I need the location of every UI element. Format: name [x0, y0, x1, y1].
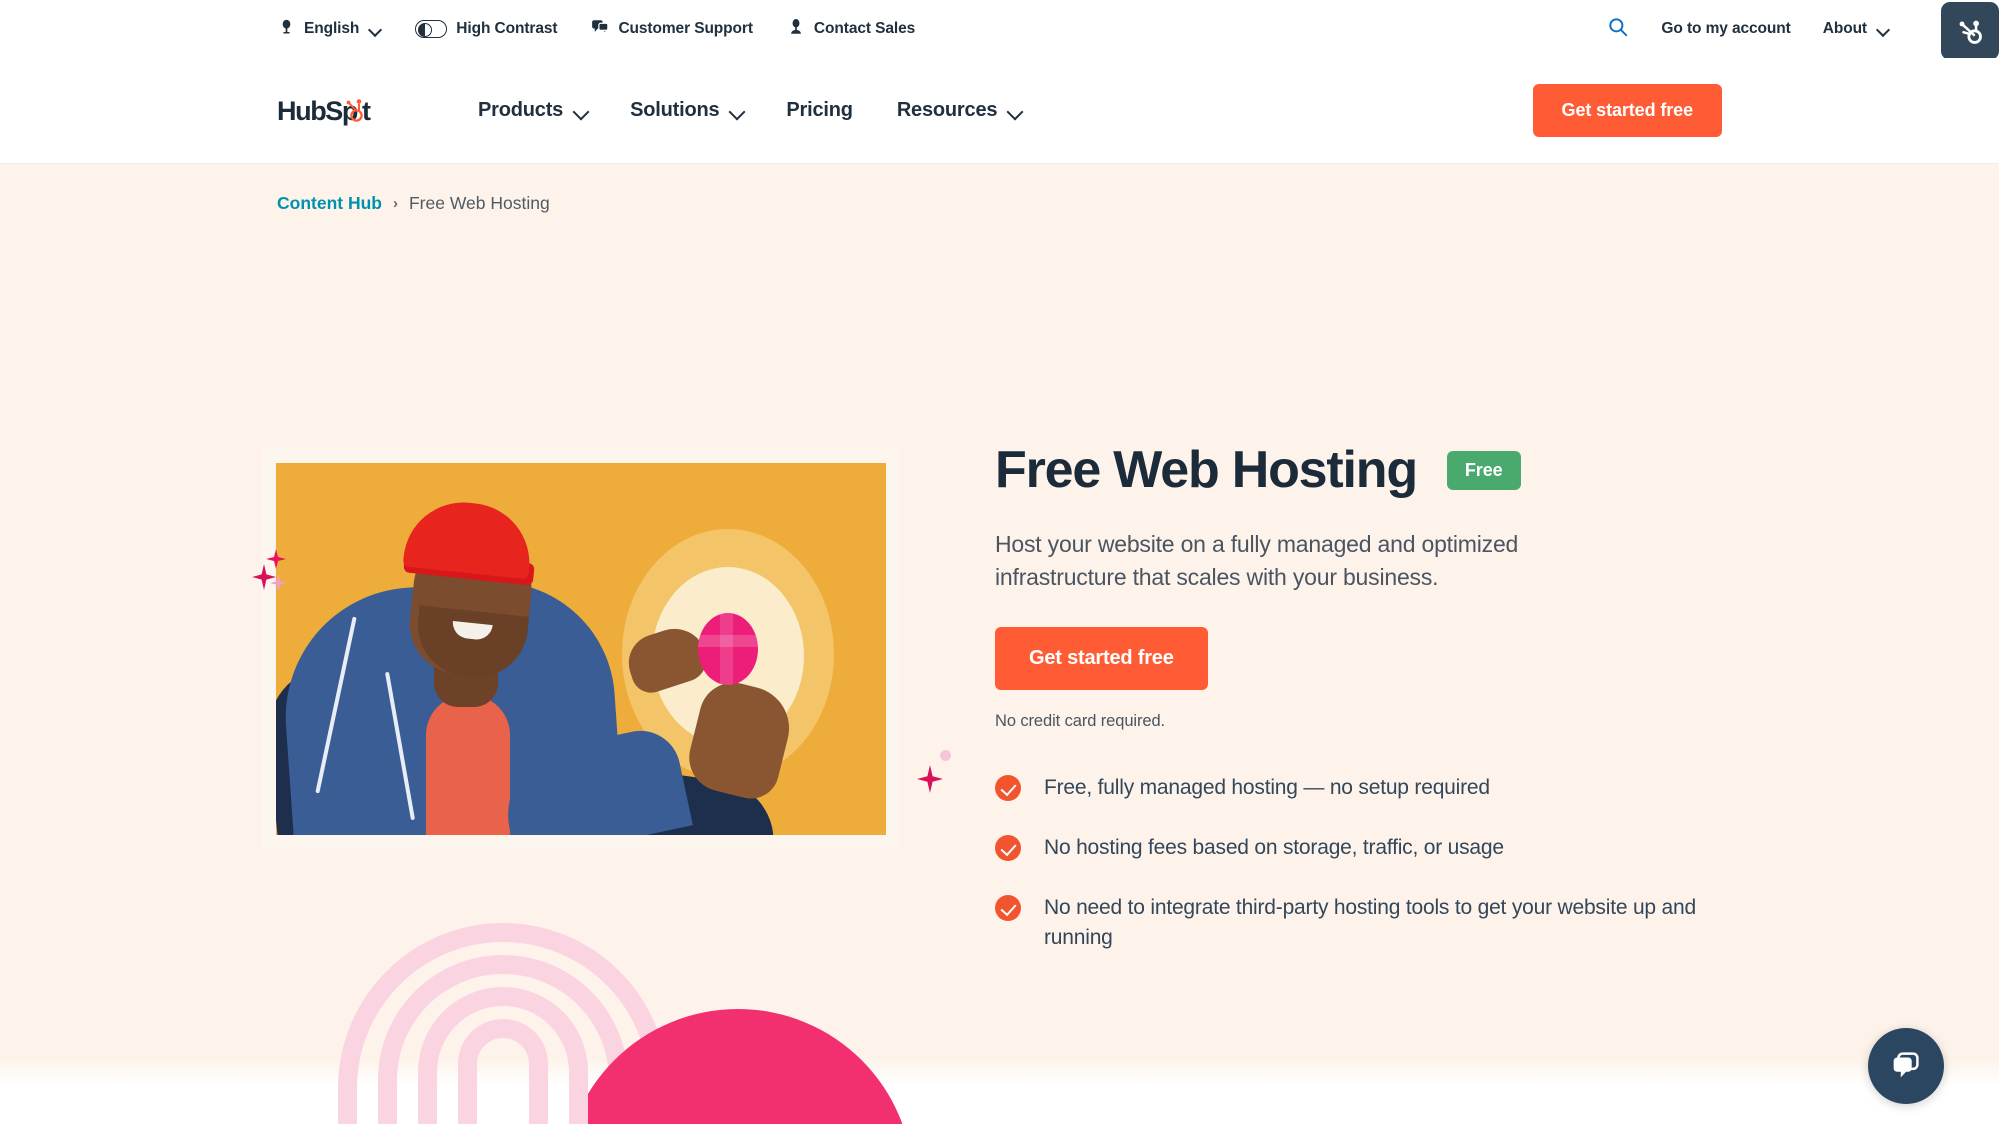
- dot-decoration: [940, 750, 951, 761]
- list-item: No hosting fees based on storage, traffi…: [995, 833, 1755, 863]
- check-circle-icon: [995, 835, 1021, 862]
- person-headset-icon: [787, 18, 805, 41]
- check-circle-icon: [995, 895, 1021, 922]
- utility-bar-right: Go to my account About: [1607, 16, 1889, 43]
- about-menu[interactable]: About: [1823, 20, 1889, 38]
- utility-bar: English High Contrast Customer Support C…: [0, 0, 1999, 60]
- hubspot-logo[interactable]: HubSp t: [277, 95, 385, 127]
- nav-item-products[interactable]: Products: [478, 99, 586, 122]
- language-selector[interactable]: English: [278, 18, 381, 41]
- hero-section: Content Hub › Free Web Hosting Free Web …: [0, 164, 1999, 1124]
- list-item-label: No need to integrate third-party hosting…: [1044, 896, 1696, 949]
- hero-subheading: Host your website on a fully managed and…: [995, 531, 1519, 591]
- customer-support-link[interactable]: Customer Support: [591, 18, 753, 41]
- nav-item-pricing[interactable]: Pricing: [786, 99, 853, 122]
- arc-inner: [458, 1019, 548, 1124]
- chat-bubble-icon: [1893, 1052, 1919, 1078]
- high-contrast-toggle[interactable]: High Contrast: [415, 20, 558, 38]
- nav-label: Products: [478, 99, 564, 121]
- high-contrast-label: High Contrast: [456, 20, 558, 37]
- hubspot-sprocket-icon: [1959, 20, 1982, 44]
- sparkle-icon: [270, 574, 287, 592]
- hero-copy: Free Web Hosting Free Host your website …: [995, 441, 1755, 953]
- contact-sales-label: Contact Sales: [813, 20, 916, 37]
- hero-get-started-button[interactable]: Get started free: [995, 627, 1208, 691]
- chevron-down-icon: [1878, 24, 1889, 35]
- chevron-down-icon: [370, 24, 381, 35]
- account-label: Go to my account: [1661, 20, 1791, 37]
- nav-label: Solutions: [630, 99, 720, 121]
- language-label: English: [304, 20, 360, 37]
- contrast-toggle-icon: [415, 20, 448, 38]
- hubspot-sprocket-button[interactable]: [1941, 2, 1999, 60]
- chat-launcher-button[interactable]: [1868, 1028, 1944, 1104]
- list-item: Free, fully managed hosting — no setup r…: [995, 773, 1755, 803]
- main-navigation: HubSp t Products Solutions Pricing Resou…: [0, 58, 1999, 164]
- nav-get-started-button[interactable]: Get started free: [1532, 84, 1722, 137]
- page-title: Free Web Hosting: [995, 441, 1418, 499]
- hero-fineprint: No credit card required.: [995, 712, 1166, 731]
- list-item-label: No hosting fees based on storage, traffi…: [1044, 836, 1504, 860]
- nav-label: Pricing: [786, 99, 853, 121]
- hero-image-frame: [262, 449, 900, 849]
- search-icon[interactable]: [1607, 16, 1629, 43]
- list-item-label: Free, fully managed hosting — no setup r…: [1044, 776, 1490, 800]
- pink-orb: [698, 613, 758, 685]
- chat-support-icon: [591, 18, 609, 41]
- arc-decoration: [300, 899, 920, 1124]
- nav-item-resources[interactable]: Resources: [897, 99, 1020, 122]
- chevron-down-icon: [731, 105, 742, 116]
- globe-icon: [278, 18, 295, 41]
- chevron-down-icon: [1009, 105, 1020, 116]
- feature-list: Free, fully managed hosting — no setup r…: [995, 773, 1755, 952]
- svg-text:HubSp: HubSp: [277, 96, 358, 126]
- status-badge: Free: [1446, 451, 1521, 491]
- check-circle-icon: [995, 775, 1021, 802]
- hero-image: [276, 463, 886, 835]
- contact-sales-link[interactable]: Contact Sales: [787, 18, 915, 41]
- nav-links: Products Solutions Pricing Resources: [478, 99, 1020, 122]
- svg-text:t: t: [362, 96, 371, 126]
- hero-media: [262, 449, 902, 849]
- nav-item-solutions[interactable]: Solutions: [630, 99, 742, 122]
- chevron-down-icon: [575, 105, 586, 116]
- list-item: No need to integrate third-party hosting…: [995, 893, 1755, 953]
- about-label: About: [1822, 20, 1867, 37]
- utility-bar-left: English High Contrast Customer Support C…: [278, 18, 915, 41]
- nav-label: Resources: [896, 99, 998, 121]
- go-to-my-account-link[interactable]: Go to my account: [1661, 20, 1790, 38]
- person-illustration: [276, 463, 886, 835]
- sparkle-icon: [917, 765, 943, 793]
- customer-support-label: Customer Support: [618, 20, 753, 37]
